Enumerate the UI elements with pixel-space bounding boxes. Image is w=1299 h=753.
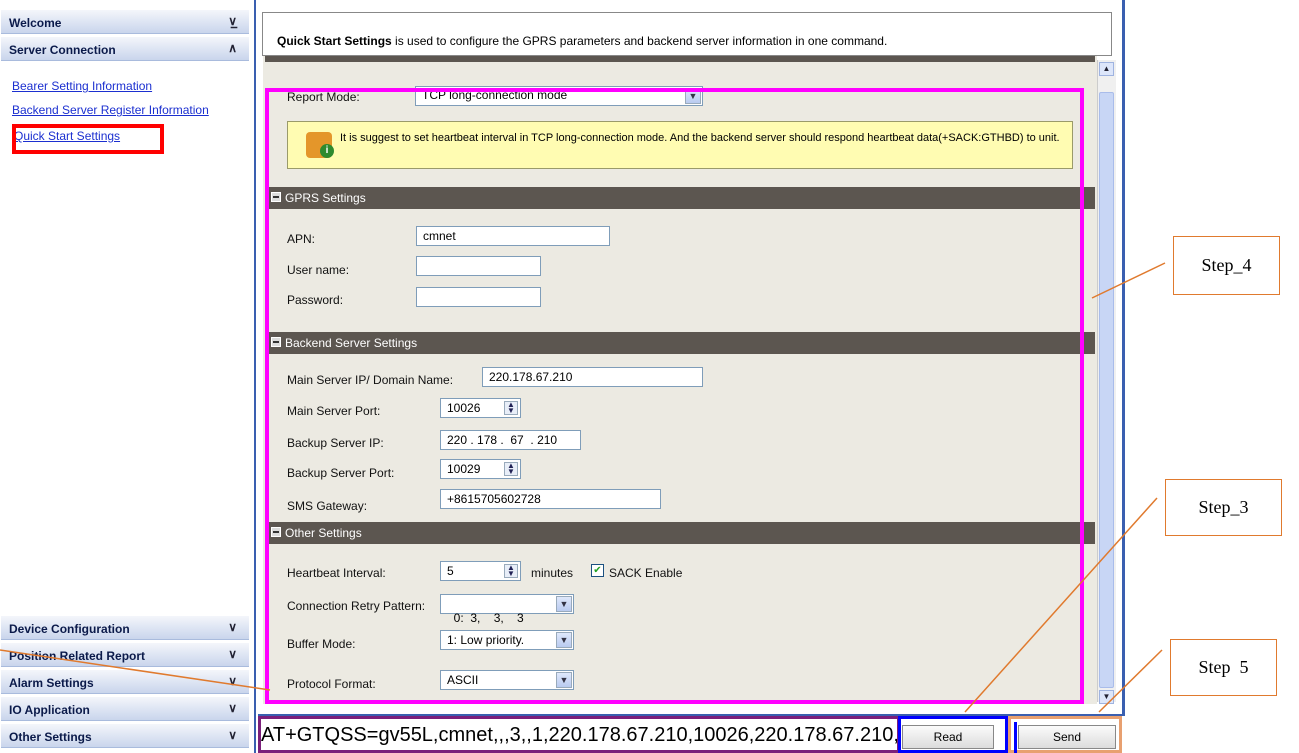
callout-line-step-3 (964, 497, 1158, 713)
callout-lines (0, 262, 1166, 713)
callout-line-step-4 (1091, 262, 1166, 299)
callout-line-step-5 (1098, 649, 1163, 713)
callout-line-left (0, 649, 271, 691)
